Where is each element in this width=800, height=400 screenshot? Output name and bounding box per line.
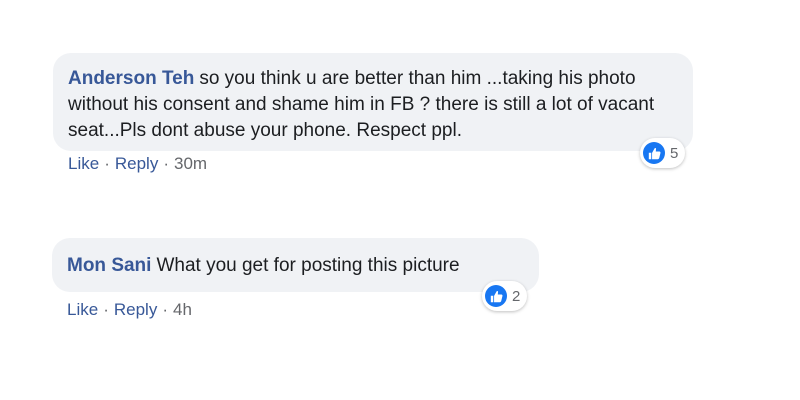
thumbs-up-icon <box>485 285 507 307</box>
comment-text: What you get for posting this picture <box>156 255 460 276</box>
comment-2: Mon Sani What you get for posting this pi… <box>0 200 800 400</box>
like-button[interactable]: Like <box>68 154 99 173</box>
comment-author[interactable]: Anderson Teh <box>68 68 194 89</box>
separator: · <box>103 300 109 319</box>
comment-timestamp[interactable]: 30m <box>174 154 207 173</box>
comment-bubble: Mon Sani What you get for posting this pi… <box>52 238 539 292</box>
reaction-count: 5 <box>670 144 679 162</box>
thumbs-up-icon <box>643 142 665 164</box>
reaction-summary[interactable]: 2 <box>482 281 528 311</box>
reply-button[interactable]: Reply <box>115 154 158 173</box>
comment-1: Anderson Teh so you think u are better th… <box>0 0 800 200</box>
reaction-summary[interactable]: 5 <box>640 138 686 168</box>
comment-author[interactable]: Mon Sani <box>67 255 151 276</box>
like-button[interactable]: Like <box>67 300 98 319</box>
comment-actions: Like · Reply · 30m <box>68 154 207 174</box>
separator: · <box>104 154 110 173</box>
reaction-count: 2 <box>512 287 521 305</box>
comment-actions: Like · Reply · 4h <box>67 300 192 320</box>
separator: · <box>162 300 168 319</box>
comment-timestamp[interactable]: 4h <box>173 300 192 319</box>
comment-bubble: Anderson Teh so you think u are better th… <box>53 53 693 151</box>
reply-button[interactable]: Reply <box>114 300 157 319</box>
separator: · <box>163 154 169 173</box>
